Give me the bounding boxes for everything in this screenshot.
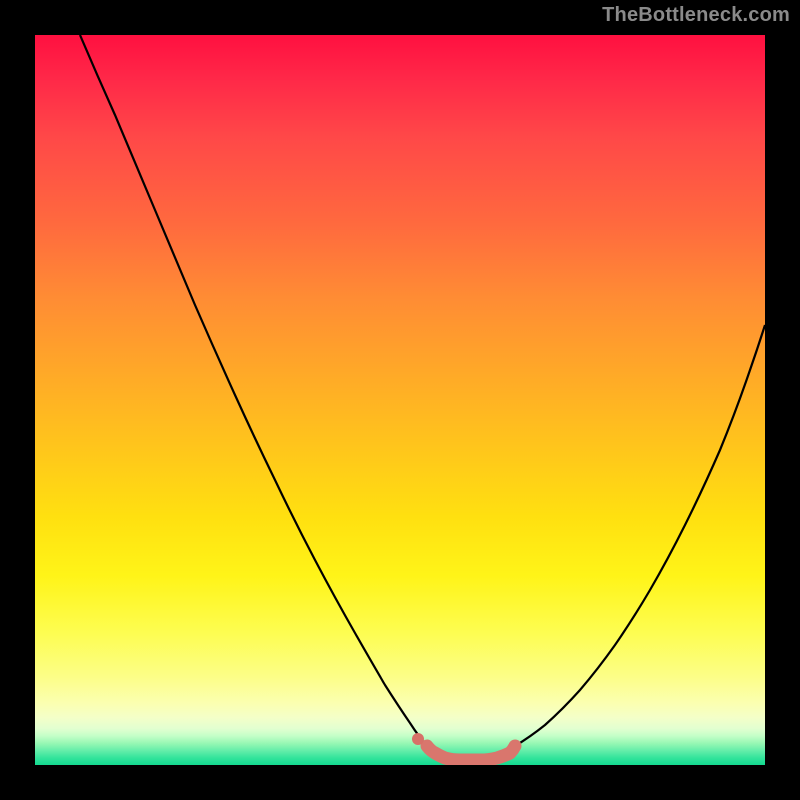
- bottom-bump: [427, 746, 515, 760]
- chart-frame: TheBottleneck.com: [0, 0, 800, 800]
- left-curve: [80, 35, 427, 746]
- right-curve: [515, 325, 765, 746]
- curve-layer: [35, 35, 765, 765]
- watermark-text: TheBottleneck.com: [602, 4, 790, 27]
- plot-area: [35, 35, 765, 765]
- bump-dot: [412, 733, 424, 745]
